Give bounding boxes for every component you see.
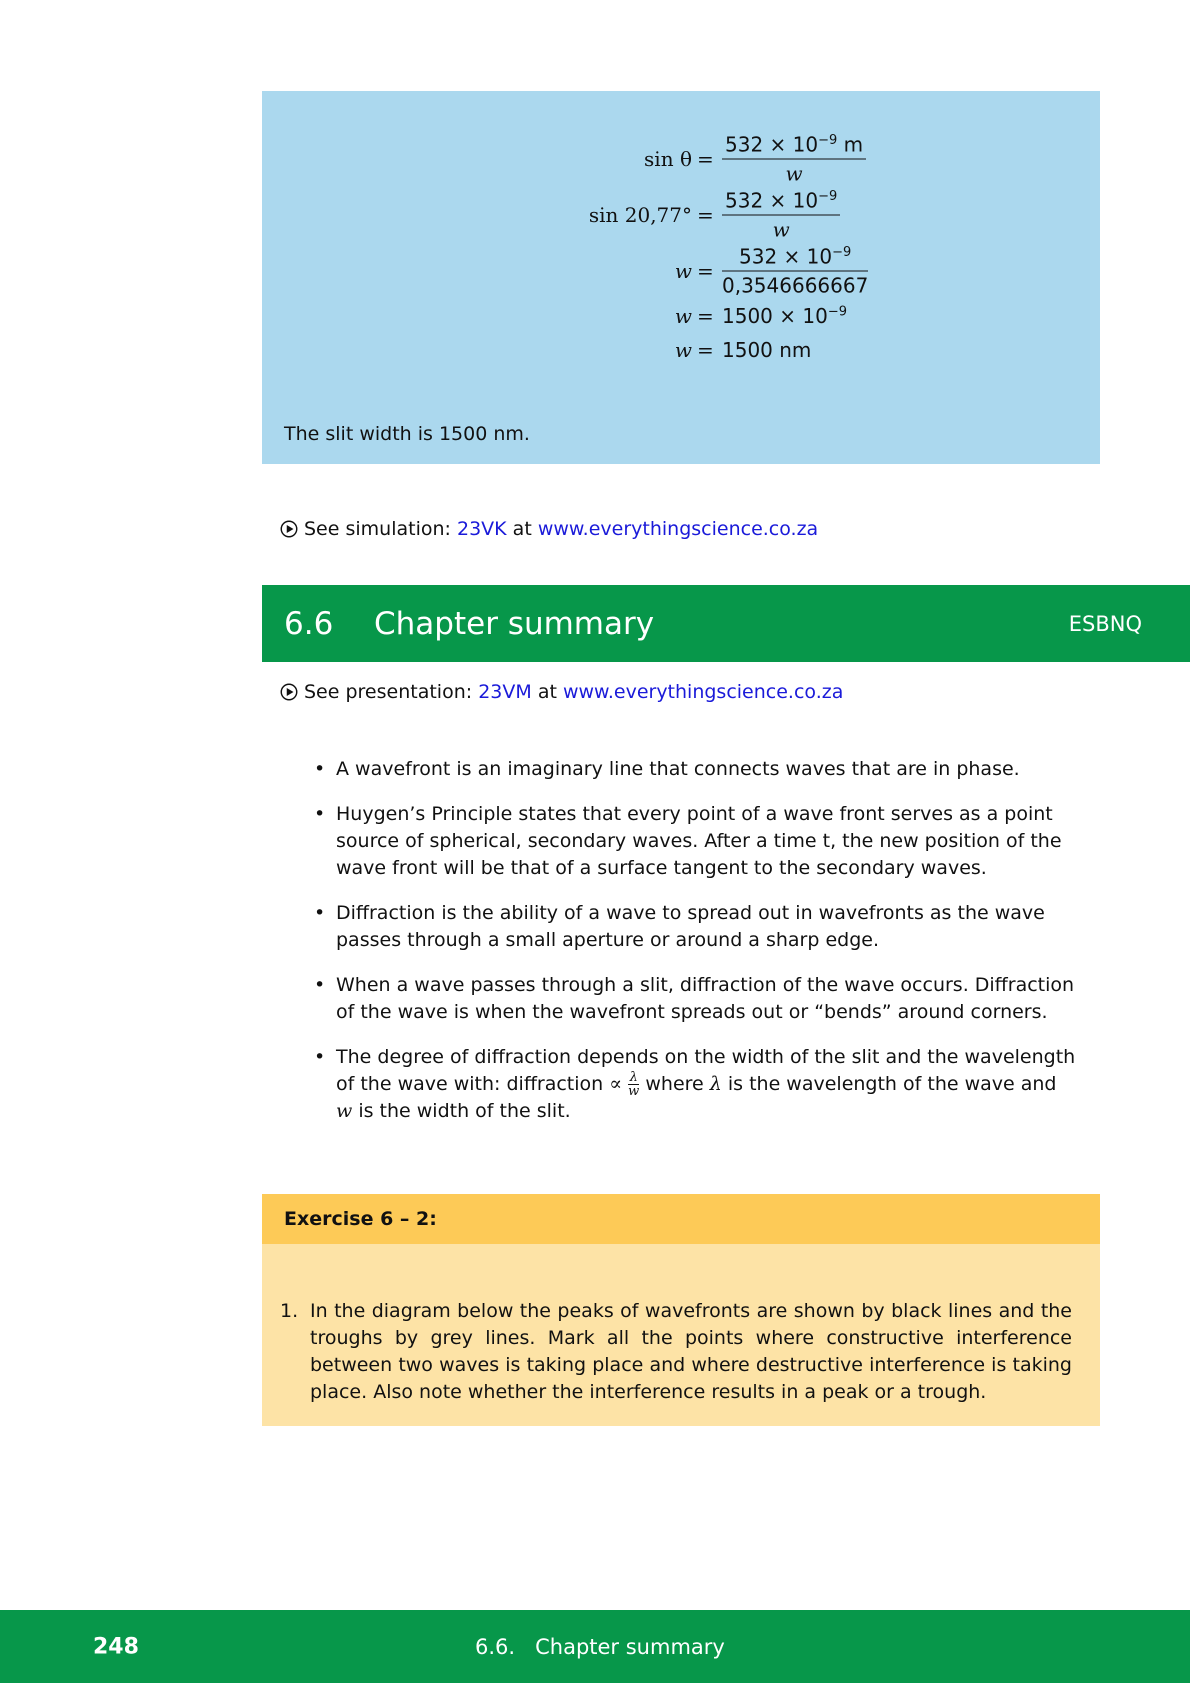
equation-rhs: 532 × 10−9 m w: [722, 133, 867, 186]
equals-sign: =: [697, 203, 714, 227]
equals-sign: =: [697, 304, 714, 328]
list-item: • When a wave passes through a slit, diff…: [314, 974, 1075, 1023]
section-banner: 6.6 Chapter summary ESBNQ: [262, 585, 1190, 662]
list-item: • A wavefront is an imaginary line that c…: [314, 758, 1020, 780]
exercise-header: Exercise 6 – 2:: [262, 1194, 1100, 1244]
list-item: • The degree of diffraction depends on th…: [314, 1046, 1076, 1122]
simulation-code-link[interactable]: 23VK: [457, 518, 507, 540]
equation-rhs: 532 × 10−9 w: [722, 189, 841, 242]
worked-example-box: sin θ = 532 × 10−9 m w sin 20,77° = 532 …: [262, 91, 1100, 464]
exercise-title: Exercise 6 – 2:: [284, 1208, 437, 1230]
summary-list: • A wavefront is an imaginary line that c…: [314, 756, 1076, 1143]
equation-lhs: w: [674, 338, 692, 362]
equation-row: w = 532 × 10−9 0,3546666667: [262, 243, 1100, 299]
presentation-link-line: See presentation: 23VM at www.everything…: [280, 681, 843, 703]
play-circle-icon: [280, 683, 298, 701]
page-number: 248: [93, 1634, 139, 1659]
equation-lhs: w: [674, 259, 692, 283]
equation-rhs: 1500 nm: [722, 338, 812, 362]
simulation-link-line: See simulation: 23VK at www.everythingsc…: [280, 518, 818, 540]
equation-row: sin θ = 532 × 10−9 m w: [262, 131, 1100, 187]
link-at-text: at: [512, 518, 532, 540]
list-item: • Huygen’s Principle states that every po…: [314, 803, 1062, 879]
equation-lhs: sin 20,77°: [588, 203, 692, 227]
equation-rhs: 1500 × 10−9: [722, 304, 847, 328]
equation-lhs: sin θ: [644, 147, 692, 171]
exercise-item-text: In the diagram below the peaks of wavefr…: [310, 1300, 1072, 1403]
presentation-label: See presentation:: [304, 681, 473, 703]
simulation-label: See simulation:: [304, 518, 451, 540]
section-number: 6.6: [284, 605, 334, 642]
equals-sign: =: [697, 259, 714, 283]
exercise-item-number: 1.: [280, 1300, 299, 1322]
equation-rhs: 532 × 10−9 0,3546666667: [722, 244, 869, 298]
example-conclusion: The slit width is 1500 nm.: [284, 423, 530, 445]
equation-row: w = 1500 nm: [262, 333, 1100, 367]
link-at-text: at: [537, 681, 557, 703]
equation-row: sin 20,77° = 532 × 10−9 w: [262, 187, 1100, 243]
equals-sign: =: [697, 338, 714, 362]
presentation-url-link[interactable]: www.everythingscience.co.za: [563, 681, 843, 703]
exercise-body: 1. In the diagram below the peaks of wav…: [262, 1244, 1100, 1426]
presentation-code-link[interactable]: 23VM: [478, 681, 532, 703]
page-footer: 248 6.6. Chapter summary: [0, 1610, 1190, 1683]
list-item: • Diffraction is the ability of a wave to…: [314, 902, 1045, 951]
simulation-url-link[interactable]: www.everythingscience.co.za: [538, 518, 818, 540]
section-title: Chapter summary: [374, 605, 655, 642]
equation-lhs: w: [674, 304, 692, 328]
equation-row: w = 1500 × 10−9: [262, 299, 1100, 333]
equals-sign: =: [697, 147, 714, 171]
play-circle-icon: [280, 520, 298, 538]
section-code: ESBNQ: [1068, 611, 1142, 636]
lambda-over-w-fraction: λw: [628, 1070, 640, 1099]
exercise-item: 1. In the diagram below the peaks of wav…: [280, 1298, 1072, 1406]
footer-section-label: 6.6. Chapter summary: [475, 1634, 725, 1659]
equation-block: sin θ = 532 × 10−9 m w sin 20,77° = 532 …: [262, 131, 1100, 367]
